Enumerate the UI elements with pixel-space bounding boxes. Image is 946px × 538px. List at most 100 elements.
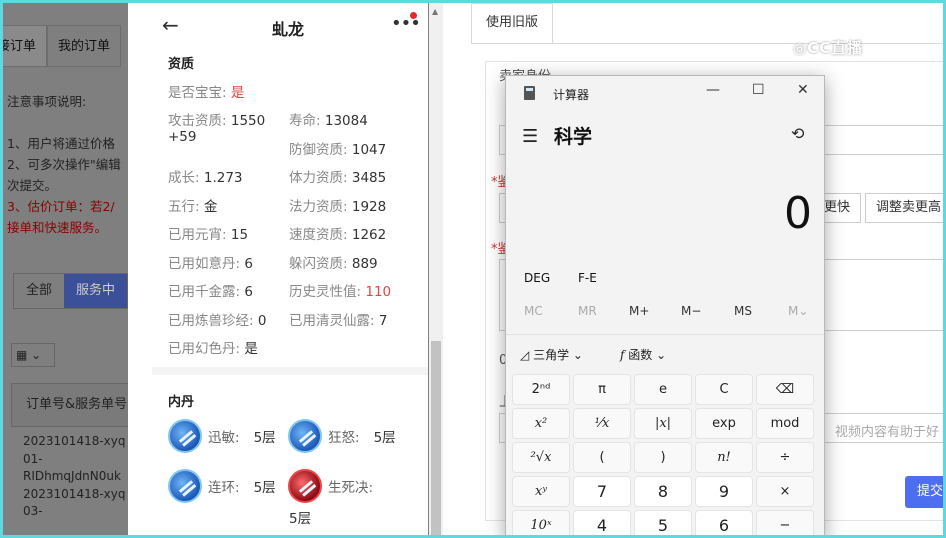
- attr-element: 五行: 金: [168, 199, 218, 215]
- tab-my-orders[interactable]: 我的订单: [47, 25, 122, 67]
- menu-icon[interactable]: ☰: [522, 126, 538, 147]
- attr-dodge: 躲闪资质: 889: [289, 256, 378, 272]
- section-title-aptitude: 资质: [168, 57, 195, 72]
- note-line-warning: 接单和快速服务。: [7, 220, 108, 235]
- page-title: 虬龙: [271, 20, 304, 39]
- exp-key[interactable]: exp: [695, 408, 753, 439]
- digit-6-key[interactable]: 6: [695, 510, 753, 535]
- fe-toggle[interactable]: F-E: [578, 271, 597, 285]
- notification-dot: [410, 12, 417, 19]
- e-key[interactable]: e: [634, 374, 692, 405]
- submit-button[interactable]: 提交: [905, 476, 943, 508]
- list-item[interactable]: 2023101418-xyq: [23, 433, 126, 451]
- tab-legacy-version[interactable]: 使用旧版: [471, 3, 553, 43]
- function-dropdown[interactable]: f 函数 ⌄: [620, 346, 666, 363]
- notes-title: 注意事项说明:: [7, 94, 87, 109]
- abs-key[interactable]: |x|: [634, 408, 692, 439]
- chevron-down-icon: ⌄: [656, 348, 667, 362]
- filter-all[interactable]: 全部: [14, 274, 64, 308]
- list-item[interactable]: 2023101418-xyq: [23, 486, 126, 504]
- function-icon: f: [620, 348, 625, 362]
- list-item[interactable]: 01-: [23, 451, 126, 469]
- filter-in-service[interactable]: 服务中: [64, 274, 128, 308]
- chevron-down-icon: ⌄: [572, 348, 583, 362]
- maximize-icon[interactable]: ☐: [752, 82, 765, 98]
- ten-power-key[interactable]: 10ˣ: [512, 510, 570, 535]
- digit-9-key[interactable]: 9: [695, 476, 753, 507]
- multiply-key[interactable]: ×: [756, 476, 814, 507]
- square-key[interactable]: x²: [512, 408, 570, 439]
- attr-stamina: 体力资质: 3485: [289, 170, 387, 186]
- calculator-display: 0: [784, 188, 812, 239]
- memory-clear-button[interactable]: MC: [524, 304, 543, 318]
- minimize-icon[interactable]: —: [706, 82, 720, 98]
- attr-huanse: 已用幻色丹: 是: [168, 341, 258, 357]
- minus-key[interactable]: −: [756, 510, 814, 535]
- mod-key[interactable]: mod: [756, 408, 814, 439]
- deg-toggle[interactable]: DEG: [524, 271, 550, 285]
- memory-store-button[interactable]: MS: [734, 304, 752, 318]
- note-line: 次提交。: [7, 178, 58, 193]
- skill-icon: [168, 419, 202, 453]
- attr-attack-bonus: +59: [168, 129, 197, 145]
- divide-key[interactable]: ÷: [756, 442, 814, 473]
- memory-list-button[interactable]: M⌄: [788, 304, 808, 318]
- list-item[interactable]: 03-: [23, 503, 126, 521]
- scroll-up-icon[interactable]: ▲: [432, 7, 438, 16]
- digit-4-key[interactable]: 4: [573, 510, 631, 535]
- triangle-icon: ◿: [520, 348, 530, 362]
- sqrt-key[interactable]: ²√x: [512, 442, 570, 473]
- attr-speed: 速度资质: 1262: [289, 227, 387, 243]
- divider: [506, 334, 824, 335]
- close-paren-key[interactable]: ): [634, 442, 692, 473]
- video-hint: 视频内容有助于好: [835, 425, 940, 440]
- memory-add-button[interactable]: M+: [629, 304, 649, 318]
- panel-header: ← 虬龙 •••: [128, 3, 428, 49]
- attr-is-baby: 是否宝宝: 是: [168, 85, 245, 101]
- power-key[interactable]: xʸ: [512, 476, 570, 507]
- attr-growth: 成长: 1.273: [168, 170, 243, 186]
- status-filter: 全部 服务中: [13, 273, 129, 309]
- notes-section: 注意事项说明: 1、用户将通过价格 2、可多次操作"编辑 次提交。 3、估价订单…: [7, 91, 133, 238]
- order-tabs: 待接订单 我的订单: [3, 25, 122, 67]
- scrollbar-thumb[interactable]: [431, 341, 441, 535]
- second-function-key[interactable]: 2ⁿᵈ: [512, 374, 570, 405]
- skill-shengsijue: 生死决:: [288, 469, 373, 503]
- digit-8-key[interactable]: 8: [634, 476, 692, 507]
- attr-defense: 防御资质: 1047: [289, 142, 387, 158]
- open-paren-key[interactable]: (: [573, 442, 631, 473]
- list-item[interactable]: RIDhmqJdnN0uk: [23, 468, 126, 486]
- factorial-key[interactable]: n!: [695, 442, 753, 473]
- memory-subtract-button[interactable]: M−: [681, 304, 701, 318]
- skill-xunmin: 迅敏: 5层: [168, 419, 276, 453]
- attr-spirit-history: 历史灵性值: 110: [289, 284, 392, 300]
- note-line-warning: 3、估价订单：若2/: [7, 199, 115, 214]
- clear-key[interactable]: C: [695, 374, 753, 405]
- backspace-key[interactable]: ⌫: [756, 374, 814, 405]
- note-line: 2、可多次操作"编辑: [7, 157, 121, 172]
- attr-ruyidan: 已用如意丹: 6: [168, 256, 253, 272]
- close-icon[interactable]: ✕: [797, 82, 809, 98]
- grid-view-toggle[interactable]: ▦ ⌄: [11, 343, 55, 367]
- attr-attack: 攻击资质: 1550: [168, 113, 266, 129]
- history-icon[interactable]: ⟲: [791, 124, 804, 143]
- calculator-titlebar[interactable]: 计算器 — ☐ ✕: [506, 76, 824, 110]
- calculator-app-icon: [524, 86, 535, 100]
- memory-recall-button[interactable]: MR: [578, 304, 597, 318]
- attr-qianjinlu: 已用千金露: 6: [168, 284, 253, 300]
- panel-scrollbar[interactable]: ▲: [429, 3, 443, 535]
- digit-7-key[interactable]: 7: [573, 476, 631, 507]
- watermark-logo: ◎CC直播: [793, 39, 864, 57]
- pi-key[interactable]: π: [573, 374, 631, 405]
- order-list: 2023101418-xyq 01- RIDhmqJdnN0uk 2023101…: [23, 433, 126, 521]
- trig-dropdown[interactable]: ◿ 三角学 ⌄: [520, 346, 583, 363]
- adjust-price-button[interactable]: 调整卖更高: [865, 193, 943, 223]
- window-title: 计算器: [553, 88, 590, 102]
- digit-5-key[interactable]: 5: [634, 510, 692, 535]
- tab-pending-orders[interactable]: 待接订单: [3, 25, 48, 67]
- note-line: 1、用户将通过价格: [7, 136, 115, 151]
- reciprocal-key[interactable]: ¹⁄x: [573, 408, 631, 439]
- section-title-neidan: 内丹: [168, 395, 195, 410]
- order-page-background: 待接订单 我的订单 注意事项说明: 1、用户将通过价格 2、可多次操作"编辑 次…: [3, 3, 133, 535]
- attr-qingling: 已用清灵仙露: 7: [289, 313, 388, 329]
